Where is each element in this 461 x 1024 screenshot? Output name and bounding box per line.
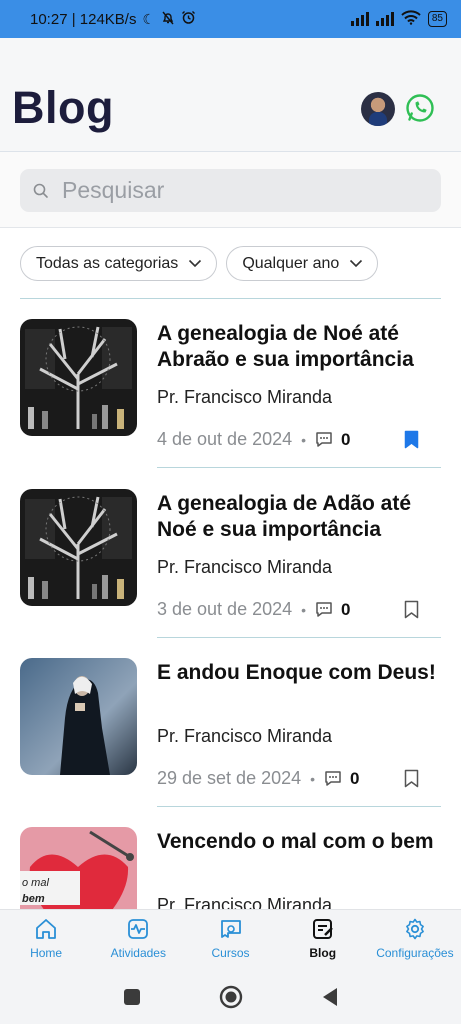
post-title[interactable]: A genealogia de Adão até Noé e sua impor… — [157, 491, 447, 543]
alarm-icon — [181, 10, 196, 28]
nav-blog[interactable]: Blog — [277, 910, 369, 969]
heart-mal-image: o mal bem — [20, 827, 137, 909]
search-input[interactable] — [62, 177, 432, 204]
nav-cursos[interactable]: Cursos — [184, 910, 276, 969]
whatsapp-icon[interactable] — [405, 93, 435, 123]
wifi-icon — [401, 9, 421, 29]
bookmark-icon[interactable] — [404, 769, 419, 788]
tree-genealogy-image — [20, 319, 137, 436]
nav-atividades-label: Atividades — [110, 946, 166, 960]
nav-atividades[interactable]: Atividades — [92, 910, 184, 969]
nav-blog-label: Blog — [309, 946, 337, 960]
blog-icon — [312, 919, 333, 939]
comment-count: 0 — [341, 599, 351, 619]
blog-post-card[interactable]: o mal bem Vencendo o mal com o bem Pr. F… — [20, 827, 441, 909]
comments-button[interactable]: 0 — [315, 429, 351, 450]
nav-home-label: Home — [30, 946, 63, 960]
post-date: 3 de out de 2024 — [157, 599, 293, 619]
post-thumbnail[interactable] — [20, 319, 137, 436]
blog-post-card[interactable]: A genealogia de Noé até Abraão e sua imp… — [20, 319, 441, 489]
filter-bar: Todas as categorias Qualquer ano — [20, 246, 379, 281]
muted-bell-icon — [161, 11, 175, 28]
filter-divider — [20, 298, 441, 299]
post-title[interactable]: A genealogia de Noé até Abraão e sua imp… — [157, 321, 447, 373]
chevron-down-icon — [350, 259, 363, 268]
search-icon — [33, 183, 48, 198]
post-title[interactable]: E andou Enoque com Deus! — [157, 660, 447, 686]
thumb-text-2: bem — [22, 893, 45, 905]
post-author: Pr. Francisco Miranda — [157, 726, 333, 746]
back-icon[interactable] — [321, 987, 339, 1007]
thumb-text: o mal — [22, 877, 49, 889]
blog-post-card[interactable]: E andou Enoque com Deus! Pr. Francisco M… — [20, 658, 441, 828]
home-icon — [36, 919, 56, 939]
post-divider — [157, 637, 441, 638]
post-meta: 29 de set de 2024 • 0 — [157, 768, 419, 789]
activity-icon — [128, 919, 149, 939]
separator-dot: • — [301, 431, 307, 448]
home-circle-icon[interactable] — [219, 985, 243, 1009]
status-bar: 10:27 | 124KB/s ☾ 85 — [0, 0, 461, 38]
tree-genealogy-image — [20, 489, 137, 606]
page-title: Blog — [12, 82, 114, 133]
nav-configuracoes[interactable]: Configurações — [369, 910, 461, 969]
system-navigation — [0, 969, 461, 1024]
battery-indicator: 85 — [427, 11, 447, 27]
post-thumbnail[interactable] — [20, 489, 137, 606]
post-date: 29 de set de 2024 — [157, 768, 302, 788]
nav-home[interactable]: Home — [0, 910, 92, 969]
nav-configuracoes-label: Configurações — [376, 946, 454, 960]
blog-post-card[interactable]: A genealogia de Adão até Noé e sua impor… — [20, 489, 441, 659]
year-filter-label: Qualquer ano — [242, 254, 340, 272]
year-filter[interactable]: Qualquer ano — [226, 246, 379, 281]
comment-count: 0 — [350, 768, 360, 788]
nav-cursos-label: Cursos — [211, 946, 250, 960]
search-box[interactable] — [20, 169, 441, 212]
recents-icon[interactable] — [123, 988, 141, 1006]
category-filter[interactable]: Todas as categorias — [20, 246, 218, 281]
separator-dot: • — [301, 601, 307, 618]
comments-button[interactable]: 0 — [324, 768, 360, 789]
avatar[interactable] — [361, 92, 395, 126]
post-title[interactable]: Vencendo o mal com o bem — [157, 829, 441, 855]
chevron-down-icon — [189, 259, 202, 268]
comment-count: 0 — [341, 429, 351, 449]
post-thumbnail[interactable] — [20, 658, 137, 775]
post-date: 4 de out de 2024 — [157, 429, 293, 449]
gear-icon — [406, 918, 424, 940]
moon-icon: ☾ — [142, 10, 156, 27]
bookmark-filled-icon[interactable] — [404, 430, 419, 449]
courses-icon — [220, 920, 241, 938]
app-header: Blog — [0, 38, 461, 152]
signal-icon — [350, 12, 369, 26]
bottom-navigation: Home Atividades Cursos Blog Configuraçõe… — [0, 909, 461, 969]
post-meta: 3 de out de 2024 • 0 — [157, 599, 419, 620]
comment-icon — [316, 602, 332, 617]
category-filter-label: Todas as categorias — [36, 254, 179, 272]
search-section — [0, 152, 461, 228]
comment-icon — [325, 771, 341, 786]
bookmark-icon[interactable] — [404, 600, 419, 619]
post-divider — [157, 806, 441, 807]
comments-button[interactable]: 0 — [315, 599, 351, 620]
status-time: 10:27 | 124KB/s — [30, 10, 137, 28]
signal-icon-2 — [375, 12, 394, 26]
separator-dot: • — [310, 770, 316, 787]
post-meta: 4 de out de 2024 • 0 — [157, 429, 419, 450]
post-divider — [157, 467, 441, 468]
post-thumbnail[interactable]: o mal bem — [20, 827, 137, 909]
comment-icon — [316, 432, 332, 447]
post-author: Pr. Francisco Miranda — [157, 387, 333, 407]
praying-man-image — [20, 658, 137, 775]
post-author: Pr. Francisco Miranda — [157, 557, 333, 577]
post-author: Pr. Francisco Miranda — [157, 895, 333, 909]
